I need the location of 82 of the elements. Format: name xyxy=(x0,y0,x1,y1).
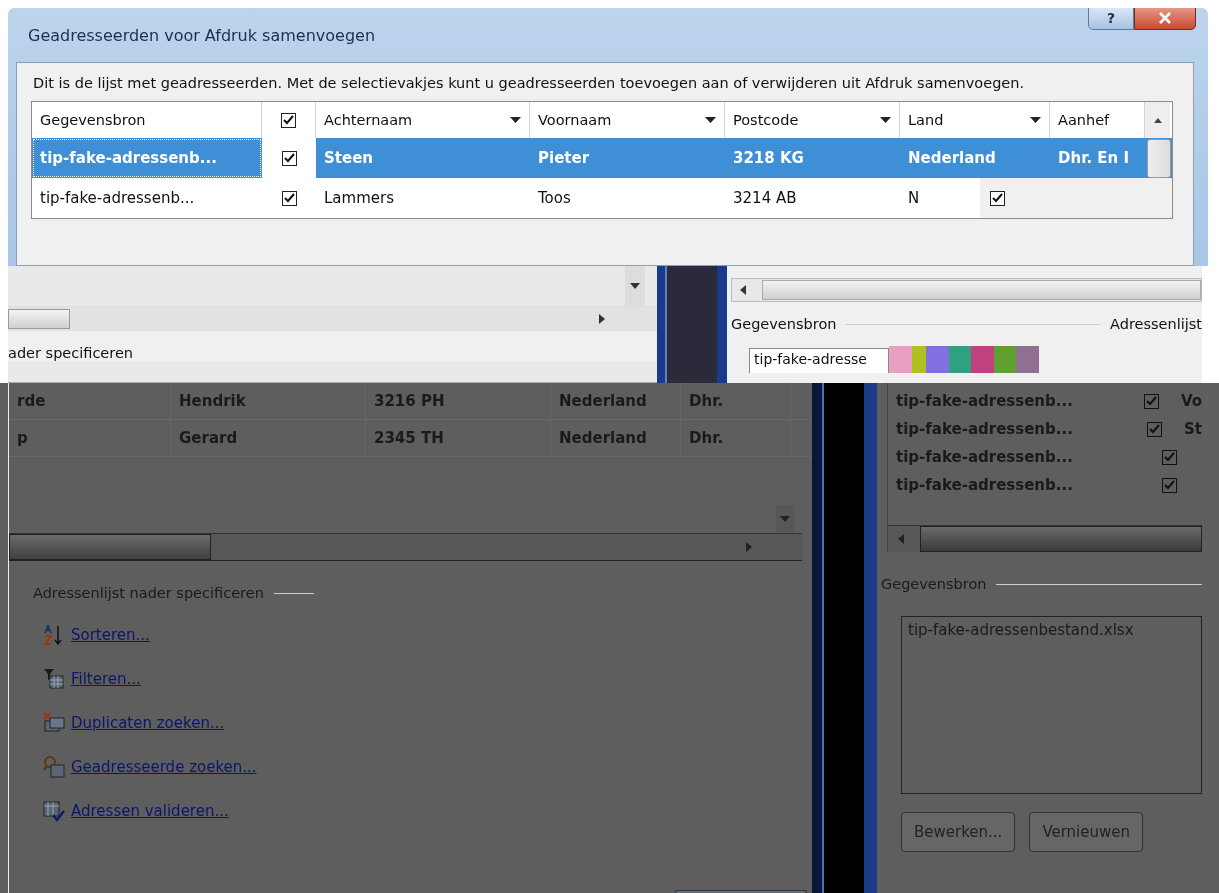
table-cell-text: 3218 KG xyxy=(732,148,805,169)
table-cell: Nederland xyxy=(551,420,681,456)
scrollbar-thumb[interactable] xyxy=(9,534,211,560)
checklist-icon xyxy=(43,800,65,822)
table-cell-text: tip-fake-adressenb... xyxy=(39,188,196,209)
checkbox[interactable] xyxy=(1143,393,1159,409)
table-cell: 2345 TH xyxy=(366,420,551,456)
horizontal-scrollbar[interactable] xyxy=(9,533,802,561)
caret-down-icon xyxy=(630,283,640,289)
caret-down-icon xyxy=(1030,117,1041,123)
table-cell-text: 3214 AB xyxy=(732,188,798,209)
button[interactable]: Bewerken... xyxy=(901,812,1016,852)
table-cell-text: Pieter xyxy=(537,148,591,169)
section-label: ader specificeren xyxy=(8,331,657,361)
horizontal-scrollbar[interactable] xyxy=(8,307,657,331)
table-cell-text: Steen xyxy=(323,148,374,169)
funnel-icon xyxy=(43,668,65,690)
section-title: Adressenlijst nader specificeren xyxy=(33,585,264,601)
checkbox[interactable] xyxy=(281,150,297,166)
help-button[interactable]: ? xyxy=(1088,8,1134,30)
close-icon xyxy=(1158,12,1172,24)
group-label: Adressenlijst xyxy=(1110,316,1202,332)
scroll-up-button[interactable] xyxy=(1145,102,1170,138)
table-cell-text: Toos xyxy=(537,188,572,209)
table-row[interactable]: tip-fake-adressenb... Steen Pieter 3218 KG Nederland Dhr. En I xyxy=(32,138,1172,178)
table-cell: Nederland xyxy=(551,383,681,419)
table-cell-text: Dhr. En I xyxy=(1057,148,1131,169)
caret-down-icon xyxy=(880,117,891,123)
table-cell-text: St xyxy=(1183,420,1202,438)
group-label: Gegevensbron xyxy=(881,576,987,592)
caret-left-icon xyxy=(898,534,904,544)
list-item[interactable]: tip-fake-adressenbestand.xlsx xyxy=(908,621,1195,639)
caret-left-icon xyxy=(740,285,746,295)
horizontal-scrollbar[interactable] xyxy=(731,278,1202,302)
table-cell: Gerard xyxy=(171,420,366,456)
close-button[interactable] xyxy=(1134,8,1196,30)
duplicates-icon xyxy=(43,712,65,734)
description-text: Dit is de lijst met geadresseerden. Met de selectievakjes kunt u geadresseerden toevoegen aan of verwijderen uit Afdruk samenvoegen. xyxy=(33,74,1026,93)
scrollbar-thumb[interactable] xyxy=(8,309,70,329)
checkbox[interactable] xyxy=(1161,449,1177,465)
table-cell-text: Nederland xyxy=(907,148,997,169)
caret-down-icon xyxy=(510,117,521,123)
caret-down-icon xyxy=(780,516,790,522)
scrollbar-thumb[interactable] xyxy=(1147,139,1171,178)
caret-up-icon xyxy=(1153,117,1162,123)
table-cell-text: tip-fake-adressenb... xyxy=(895,392,1074,410)
link[interactable]: Adressen valideren... xyxy=(71,802,229,820)
link[interactable]: Duplicaten zoeken... xyxy=(71,714,225,732)
table-row[interactable]: tip-fake-adressenb... Lammers Toos 3214 AB N xyxy=(32,178,1172,218)
table-cell-text: Vo xyxy=(1179,392,1202,410)
magnifier-icon xyxy=(43,756,65,778)
caret-right-icon xyxy=(746,542,752,552)
link[interactable]: Sorteren... xyxy=(71,626,150,644)
checkbox[interactable] xyxy=(990,190,1005,206)
table-cell: p xyxy=(9,420,171,456)
table-cell: 3216 PH xyxy=(366,383,551,419)
table-cell: Hendrik xyxy=(171,383,366,419)
table-cell-text: N xyxy=(907,188,921,209)
table-cell-text: tip-fake-adressenb... xyxy=(895,448,1074,466)
scrollbar-thumb[interactable] xyxy=(762,280,1201,300)
link[interactable]: Filteren... xyxy=(71,670,141,688)
checkbox[interactable] xyxy=(281,190,297,206)
sort-icon xyxy=(43,624,65,646)
caret-right-icon xyxy=(599,314,605,324)
source-field[interactable]: tip-fake-adresse xyxy=(749,348,889,373)
table-cell-text: Lammers xyxy=(323,188,395,209)
checkbox[interactable] xyxy=(281,112,296,128)
table-cell-text: tip-fake-adressenb... xyxy=(895,476,1074,494)
window-title: Geadresseerden voor Afdruk samenvoegen xyxy=(28,25,376,45)
checkbox[interactable] xyxy=(1146,421,1162,437)
table-cell: tip-fake-adressenb... xyxy=(32,138,262,178)
table-cell: Dhr. xyxy=(681,383,791,419)
caret-down-icon xyxy=(705,117,716,123)
table-cell: rde xyxy=(9,383,171,419)
button[interactable]: Vernieuwen xyxy=(1029,812,1144,852)
source-list[interactable]: tip-fake-adressenbestand.xlsx xyxy=(901,616,1202,794)
scroll-down-button[interactable] xyxy=(625,266,645,306)
link[interactable]: Geadresseerde zoeken... xyxy=(71,758,257,776)
group-label: Gegevensbron xyxy=(731,316,837,332)
checkbox[interactable] xyxy=(1161,477,1177,493)
table-cell-text: tip-fake-adressenb... xyxy=(895,420,1074,438)
table-cell: Dhr. xyxy=(681,420,791,456)
